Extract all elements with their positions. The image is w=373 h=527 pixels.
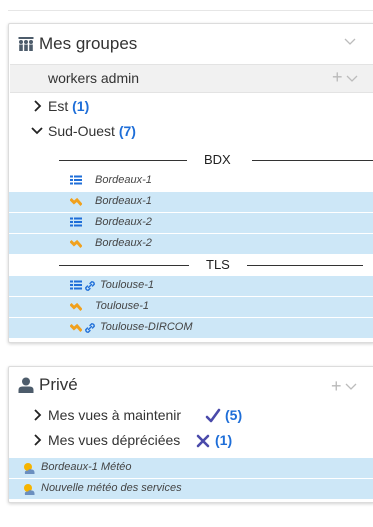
chevron-down-icon[interactable] [345,383,357,391]
list-item[interactable]: Bordeaux-2 [9,213,373,233]
tree-node-count: (1) [72,98,90,114]
tree-node-sud-ouest[interactable]: Sud-Ouest (7) [9,122,373,142]
tree-node-est[interactable]: Est (1) [9,97,373,117]
chevron-right-icon [34,409,42,421]
top-divider [8,0,373,11]
group-users-icon [18,37,34,51]
separator-label: TLS [206,257,230,272]
tree-node-count: (1) [215,432,233,448]
list-item-label: Bordeaux-1 Météo [41,461,132,473]
link-icon [85,323,95,333]
prive-panel-header[interactable]: Privé + [9,367,373,407]
add-icon[interactable]: + [331,377,342,395]
list-item-label: Bordeaux-1 [95,174,152,186]
separator-line [247,265,363,266]
list-item[interactable]: Toulouse-1 [9,276,373,296]
user-icon [18,377,34,393]
list-item[interactable]: Toulouse-DIRCOM [9,318,373,338]
groups-panel: Mes groupes workers admin + Est (1) Sud-… [8,23,373,343]
list-item-label: Toulouse-1 [95,300,150,312]
tree-node-label: Mes vues dépréciées [48,432,181,448]
list-item-label: Toulouse-DIRCOM [100,321,193,333]
list-item-label: Bordeaux-2 [95,216,152,228]
prive-panel: Privé + Mes vues à maintenir (5) Mes vue… [8,366,373,503]
list-view-icon [70,175,82,185]
list-view-icon [70,280,82,290]
list-item[interactable]: Bordeaux-2 [9,234,373,254]
weather-chart-icon [70,302,82,312]
tree-node-label: Est [48,98,69,114]
separator-line [59,265,189,266]
weather-sun-icon [24,484,35,495]
separator-tls: TLS [9,255,373,275]
cross-icon [196,434,210,448]
list-item[interactable]: Toulouse-1 [9,297,373,317]
list-item-label: Bordeaux-2 [95,237,152,249]
prive-panel-title: Privé [39,375,78,394]
list-item[interactable]: Bordeaux-1 [9,192,373,212]
chevron-right-icon [34,434,42,446]
separator-label: BDX [204,152,231,167]
link-icon [85,281,95,291]
list-item-label: Toulouse-1 [100,279,155,291]
groups-panel-header[interactable]: Mes groupes [9,24,373,64]
separator-line [252,160,373,161]
list-item-label: Bordeaux-1 [95,195,152,207]
chevron-down-icon [31,127,43,135]
weather-chart-icon [70,197,82,207]
weather-chart-icon [70,323,82,333]
weather-chart-icon [70,239,82,249]
tree-node-vues-a-maintenir[interactable]: Mes vues à maintenir (5) [9,406,373,426]
separator-bdx: BDX [9,150,373,170]
tree-node-count: (7) [118,123,136,139]
check-icon [205,408,221,423]
tree-node-label: Sud-Ouest [48,123,115,139]
separator-line [59,160,187,161]
workgroup-header[interactable]: workers admin + [10,64,373,93]
tree-node-count: (5) [225,407,243,423]
list-item[interactable]: Nouvelle météo des services [9,479,373,499]
add-icon[interactable]: + [332,68,343,86]
list-item[interactable]: Bordeaux-1 Météo [9,458,373,478]
chevron-right-icon [34,100,42,112]
tree-node-label: Mes vues à maintenir [48,407,182,423]
workgroup-label: workers admin [48,70,140,86]
collapse-chevron-icon[interactable] [344,38,356,46]
list-item[interactable]: Bordeaux-1 [9,171,373,191]
list-view-icon [70,217,82,227]
chevron-down-icon[interactable] [346,75,358,83]
weather-sun-icon [24,463,35,474]
list-item-label: Nouvelle météo des services [41,482,182,494]
groups-panel-title: Mes groupes [39,34,138,53]
tree-node-vues-depreciees[interactable]: Mes vues dépréciées (1) [9,431,373,451]
